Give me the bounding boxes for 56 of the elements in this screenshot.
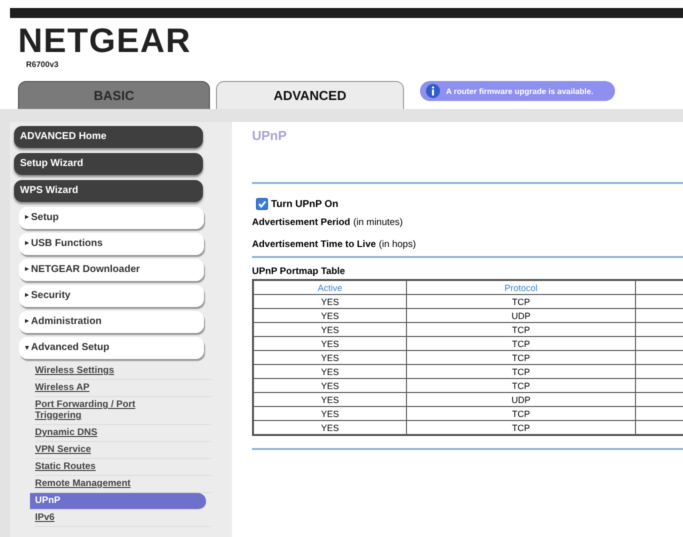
column-header: Protocol	[406, 280, 636, 294]
menu-button[interactable]: WPS Wizard	[14, 180, 203, 202]
menu-section[interactable]: Advanced Setup	[19, 337, 204, 359]
tab[interactable]: ADVANCED	[216, 81, 404, 109]
caret-right-icon	[25, 215, 29, 219]
notice-text: A router firmware upgrade is available.	[446, 86, 594, 96]
caret-right-icon	[25, 293, 29, 297]
submenu-link[interactable]: UPnP	[30, 493, 206, 510]
menu-section[interactable]: Administration	[19, 311, 204, 333]
table-cell: TCP	[406, 350, 636, 364]
checkbox[interactable]	[256, 198, 268, 210]
table-cell: YES	[253, 378, 406, 392]
submenu-link[interactable]: Wireless Settings	[35, 363, 211, 380]
submenu-link[interactable]: Wireless AP	[35, 380, 211, 397]
table-cell: TCP	[406, 378, 636, 392]
checkbox-label: Turn UPnP On	[271, 198, 338, 210]
submenu-link[interactable]: Dynamic DNS	[35, 425, 211, 442]
table-cell: TCP	[406, 294, 636, 308]
menu-section[interactable]: USB Functions	[19, 233, 204, 255]
table-cell: YES	[253, 406, 406, 420]
logo: NETGEAR	[18, 22, 192, 60]
table-cell: TCP	[406, 364, 636, 378]
caret-right-icon	[25, 241, 29, 245]
field-label: Advertisement Time to Live	[252, 239, 376, 250]
table-cell: TCP	[406, 322, 636, 336]
table-cell: YES	[253, 350, 406, 364]
table-cell: YES	[253, 364, 406, 378]
table-cell: YES	[253, 308, 406, 322]
menu-button[interactable]: Setup Wizard	[14, 153, 203, 175]
field-unit: (in minutes)	[353, 217, 403, 228]
page-title: UPnP	[252, 128, 288, 145]
table-cell: YES	[253, 294, 406, 308]
column-header: Active	[253, 280, 406, 294]
submenu-link[interactable]: VPN Service	[35, 442, 211, 459]
field-unit: (in hops)	[378, 239, 416, 250]
menu-section[interactable]: Setup	[19, 207, 204, 229]
table-cell: YES	[253, 336, 406, 350]
table-cell: YES	[253, 392, 406, 406]
submenu-link[interactable]: Static Routes	[35, 459, 211, 476]
caret-down-icon	[25, 346, 29, 350]
menu-button[interactable]: ADVANCED Home	[14, 126, 203, 148]
menu-section[interactable]: NETGEAR Downloader	[19, 259, 204, 281]
model-name: R6700v3	[26, 60, 60, 69]
caret-right-icon	[25, 319, 29, 323]
table-title: UPnP Portmap Table	[252, 266, 346, 277]
info-icon	[426, 84, 440, 98]
caret-right-icon	[25, 267, 29, 271]
table-cell: TCP	[406, 336, 636, 350]
field-label: Advertisement Period	[252, 217, 350, 228]
table-cell: TCP	[406, 406, 636, 420]
submenu-link[interactable]: IPv6	[35, 510, 211, 527]
table-cell: UDP	[406, 308, 636, 322]
table-cell: YES	[253, 322, 406, 336]
table-cell: UDP	[406, 392, 636, 406]
menu-section[interactable]: Security	[19, 285, 204, 307]
submenu-link[interactable]: Port Forwarding / Port Triggering	[35, 397, 211, 425]
